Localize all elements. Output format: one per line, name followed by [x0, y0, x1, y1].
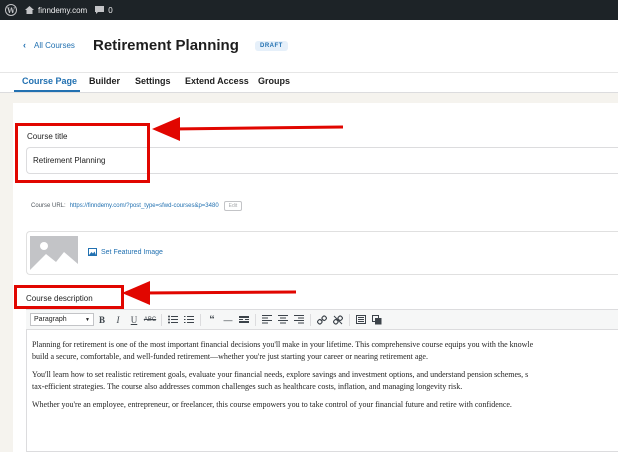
course-url-row: Course URL: https://finndemy.com/?post_t… — [31, 201, 243, 211]
course-header: ‹ All Courses Retirement Planning DRAFT — [0, 20, 618, 72]
tab-course-page[interactable]: Course Page — [22, 76, 77, 86]
toolbar-divider — [200, 313, 201, 326]
description-paragraph: Whether you're an employee, entrepreneur… — [32, 399, 618, 411]
paragraph-line: Whether you're an employee, entrepreneur… — [32, 400, 512, 409]
comment-count: 0 — [108, 5, 113, 15]
toolbar-divider — [310, 313, 311, 326]
annotation-box-title — [15, 123, 150, 183]
toolbar-divider — [161, 313, 162, 326]
comment-icon[interactable] — [95, 6, 105, 14]
paragraph-line: You'll learn how to set realistic retire… — [32, 370, 529, 379]
toolbar-divider — [255, 313, 256, 326]
read-more-icon[interactable] — [236, 313, 252, 327]
italic-button[interactable]: I — [110, 313, 126, 327]
active-tab-indicator — [14, 90, 80, 92]
bullet-list-icon[interactable] — [165, 313, 181, 327]
annotation-arrow-description — [122, 281, 297, 305]
underline-button[interactable]: U — [126, 313, 142, 327]
back-label: All Courses — [34, 40, 75, 50]
tab-settings[interactable]: Settings — [135, 76, 171, 86]
remove-link-icon[interactable] — [330, 313, 346, 327]
tab-extend-access[interactable]: Extend Access — [185, 76, 249, 86]
numbered-list-icon[interactable] — [181, 313, 197, 327]
status-badge: DRAFT — [255, 41, 288, 51]
paragraph-line: tax-efficient strategies. The course als… — [32, 381, 463, 391]
add-media-icon[interactable] — [369, 313, 385, 327]
annotation-box-description — [14, 285, 124, 309]
description-content[interactable]: Planning for retirement is one of the mo… — [32, 339, 618, 418]
align-left-icon[interactable] — [259, 313, 275, 327]
blockquote-icon[interactable]: “ — [204, 313, 220, 327]
toolbar-toggle-icon[interactable] — [353, 313, 369, 327]
set-featured-image-link[interactable]: Set Featured Image — [88, 248, 163, 256]
chevron-left-icon: ‹ — [23, 40, 26, 50]
site-name-link[interactable]: finndemy.com — [38, 6, 87, 15]
paragraph-line: Planning for retirement is one of the mo… — [32, 340, 534, 349]
tab-groups[interactable]: Groups — [258, 76, 290, 86]
tab-builder[interactable]: Builder — [89, 76, 120, 86]
set-featured-image-label: Set Featured Image — [101, 248, 163, 256]
tab-bar: Course Page Builder Settings Extend Acce… — [0, 72, 618, 93]
image-placeholder[interactable] — [30, 236, 78, 270]
wordpress-icon[interactable]: W — [5, 4, 17, 16]
format-select-value: Paragraph — [34, 316, 67, 323]
strikethrough-button[interactable]: ABC — [142, 313, 158, 327]
toolbar-divider — [349, 313, 350, 326]
page-title: Retirement Planning — [93, 37, 239, 54]
editor-toolbar: Paragraph ▼ B I U ABC “ — — [26, 310, 618, 330]
chevron-down-icon: ▼ — [85, 316, 90, 323]
annotation-arrow-title — [152, 117, 344, 141]
format-select[interactable]: Paragraph ▼ — [30, 313, 94, 326]
horizontal-line-icon[interactable]: — — [220, 313, 236, 327]
home-icon — [25, 6, 34, 14]
admin-bar: W finndemy.com 0 — [0, 0, 618, 20]
course-url-label: Course URL: — [31, 203, 66, 209]
course-url-link[interactable]: https://finndemy.com/?post_type=sfwd-cou… — [70, 203, 219, 209]
edit-url-button[interactable]: Edit — [223, 201, 243, 211]
description-paragraph: You'll learn how to set realistic retire… — [32, 369, 618, 392]
align-right-icon[interactable] — [291, 313, 307, 327]
all-courses-link[interactable]: ‹ All Courses — [23, 40, 75, 50]
align-center-icon[interactable] — [275, 313, 291, 327]
paragraph-line: build a secure, comfortable, and well-fu… — [32, 351, 428, 361]
bold-button[interactable]: B — [94, 313, 110, 327]
image-icon — [88, 248, 97, 256]
insert-link-icon[interactable] — [314, 313, 330, 327]
description-paragraph: Planning for retirement is one of the mo… — [32, 339, 618, 362]
